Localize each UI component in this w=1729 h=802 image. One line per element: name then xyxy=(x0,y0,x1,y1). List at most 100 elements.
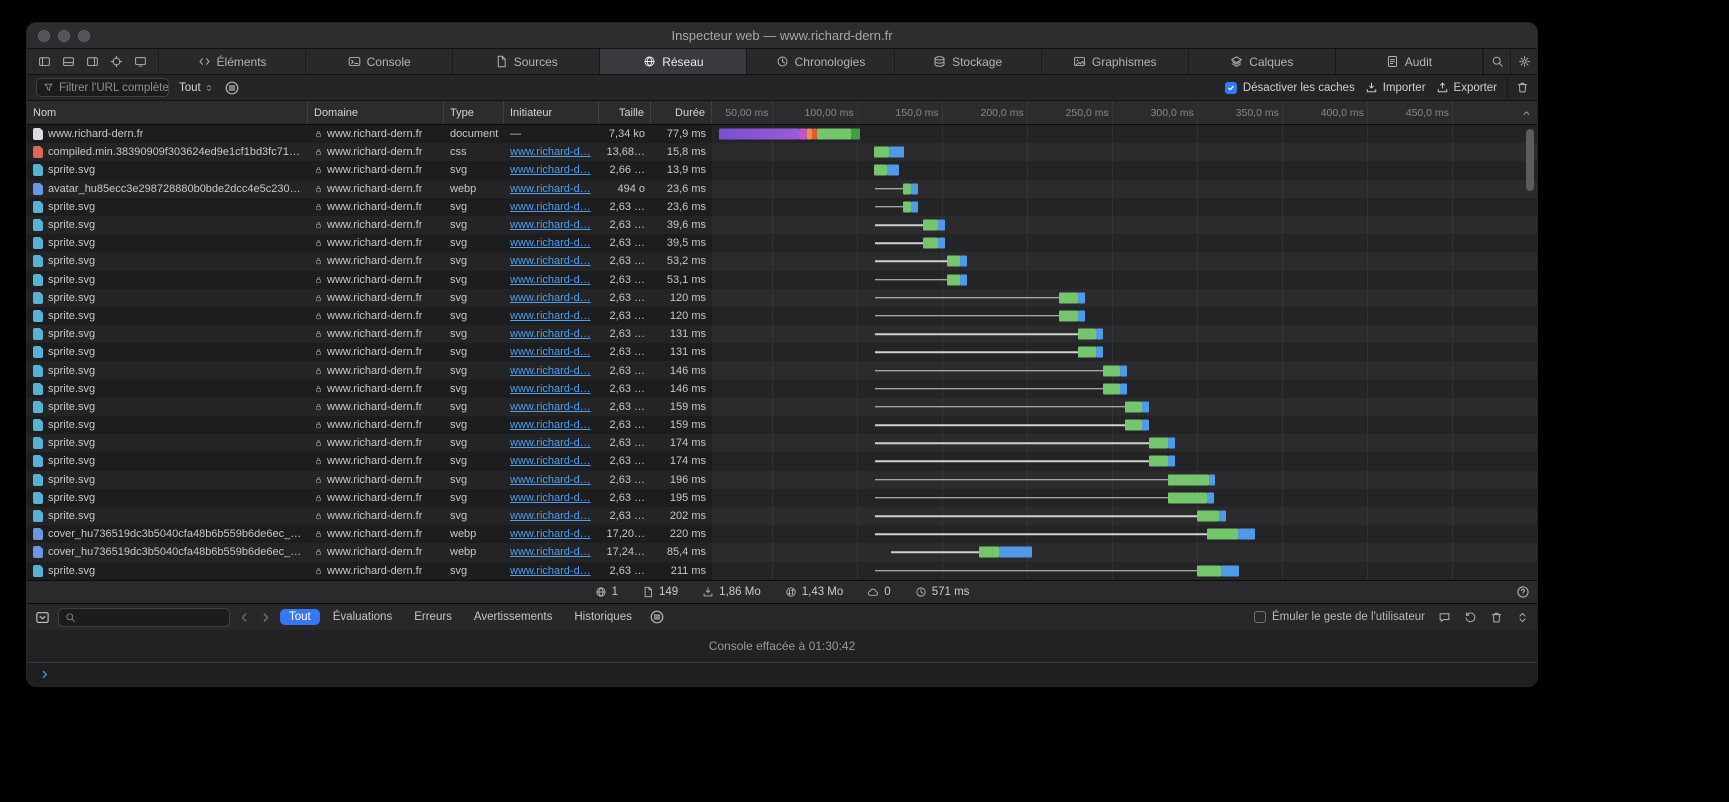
dock-bottom-icon[interactable] xyxy=(62,55,75,68)
disable-caches-checkbox[interactable]: Désactiver les caches xyxy=(1225,82,1355,94)
console-search-input[interactable] xyxy=(58,608,230,627)
initiator-link[interactable]: www.richard-d… xyxy=(510,546,591,558)
console-scope-tout[interactable]: Tout xyxy=(280,609,320,625)
column-header-domain[interactable]: Domaine xyxy=(308,101,444,124)
initiator-link[interactable]: www.richard-d… xyxy=(510,437,591,449)
import-button[interactable]: Importer xyxy=(1365,81,1426,94)
initiator-link[interactable]: www.richard-d… xyxy=(510,292,591,304)
request-row[interactable]: sprite.svgwww.richard-dern.frsvgwww.rich… xyxy=(27,416,1537,434)
request-row[interactable]: www.richard-dern.frwww.richard-dern.frdo… xyxy=(27,125,1537,143)
initiator-link[interactable]: www.richard-d… xyxy=(510,346,591,358)
url-filter-input[interactable]: Filtrer l'URL complète xyxy=(36,78,169,97)
scrollbar[interactable] xyxy=(1526,129,1534,191)
console-scope-erreurs[interactable]: Erreurs xyxy=(405,609,461,625)
filter-options-icon[interactable] xyxy=(224,80,240,96)
request-row[interactable]: sprite.svgwww.richard-dern.frsvgwww.rich… xyxy=(27,325,1537,343)
request-row[interactable]: avatar_hu85ecc3e298728880b0bde2dcc4e5c23… xyxy=(27,180,1537,198)
initiator-link[interactable]: www.richard-d… xyxy=(510,365,591,377)
request-row[interactable]: sprite.svgwww.richard-dern.frsvgwww.rich… xyxy=(27,398,1537,416)
help-icon[interactable] xyxy=(1516,585,1530,599)
request-row[interactable]: sprite.svgwww.richard-dern.frsvgwww.rich… xyxy=(27,361,1537,379)
console-messages-icon[interactable] xyxy=(1438,611,1451,624)
request-row[interactable]: sprite.svgwww.richard-dern.frsvgwww.rich… xyxy=(27,343,1537,361)
initiator-link[interactable]: www.richard-d… xyxy=(510,455,591,467)
initiator-link[interactable]: www.richard-d… xyxy=(510,565,591,577)
tab-elements[interactable]: Éléments xyxy=(159,49,306,74)
history-icon[interactable] xyxy=(1464,611,1477,624)
tab-timelines[interactable]: Chronologies xyxy=(747,49,894,74)
column-header-initiator[interactable]: Initiateur xyxy=(504,101,599,124)
disable-caches-checkbox-box[interactable] xyxy=(1225,82,1237,94)
request-row[interactable]: cover_hu736519dc3b5040cfa48b6b559b6de6ec… xyxy=(27,543,1537,561)
emulate-user-gesture-checkbox[interactable]: Émuler le geste de l'utilisateur xyxy=(1254,611,1425,623)
tab-audit[interactable]: Audit xyxy=(1336,49,1483,74)
dock-right-icon[interactable] xyxy=(86,55,99,68)
initiator-link[interactable]: www.richard-d… xyxy=(510,492,591,504)
request-row[interactable]: sprite.svgwww.richard-dern.frsvgwww.rich… xyxy=(27,198,1537,216)
request-row[interactable]: sprite.svgwww.richard-dern.frsvgwww.rich… xyxy=(27,452,1537,470)
emulate-user-gesture-checkbox-box[interactable] xyxy=(1254,611,1266,623)
request-row[interactable]: cover_hu736519dc3b5040cfa48b6b559b6de6ec… xyxy=(27,525,1537,543)
collapse-console-icon[interactable] xyxy=(1516,611,1529,624)
initiator-link[interactable]: www.richard-d… xyxy=(510,219,591,231)
initiator-link[interactable]: www.richard-d… xyxy=(510,146,591,158)
console-prompt[interactable] xyxy=(27,663,1537,686)
initiator-link[interactable]: www.richard-d… xyxy=(510,474,591,486)
console-scope-historiques[interactable]: Historiques xyxy=(565,609,641,625)
clear-network-icon[interactable] xyxy=(1516,81,1529,94)
request-row[interactable]: sprite.svgwww.richard-dern.frsvgwww.rich… xyxy=(27,216,1537,234)
tab-layers[interactable]: Calques xyxy=(1189,49,1336,74)
next-result-icon[interactable] xyxy=(259,611,272,624)
column-header-type[interactable]: Type xyxy=(444,101,504,124)
initiator-link[interactable]: www.richard-d… xyxy=(510,510,591,522)
column-header-size[interactable]: Taille xyxy=(599,101,651,124)
tab-graphics[interactable]: Graphismes xyxy=(1042,49,1189,74)
search-icon[interactable] xyxy=(1491,55,1504,68)
initiator-link[interactable]: www.richard-d… xyxy=(510,383,591,395)
initiator-link[interactable]: www.richard-d… xyxy=(510,201,591,213)
tab-network[interactable]: Réseau xyxy=(600,49,747,74)
resource-type-select[interactable]: Tout xyxy=(179,82,214,94)
element-picker-icon[interactable] xyxy=(110,55,123,68)
initiator-link[interactable]: www.richard-d… xyxy=(510,310,591,322)
console-scope-avertissements[interactable]: Avertissements xyxy=(465,609,561,625)
initiator-link[interactable]: www.richard-d… xyxy=(510,528,591,540)
request-row[interactable]: sprite.svgwww.richard-dern.frsvgwww.rich… xyxy=(27,234,1537,252)
request-row[interactable]: sprite.svgwww.richard-dern.frsvgwww.rich… xyxy=(27,307,1537,325)
scroll-top-icon[interactable] xyxy=(1521,107,1532,118)
console-scope-évaluations[interactable]: Évaluations xyxy=(324,609,401,625)
request-row[interactable]: sprite.svgwww.richard-dern.frsvgwww.rich… xyxy=(27,507,1537,525)
close-button[interactable] xyxy=(38,30,50,42)
gear-icon[interactable] xyxy=(1518,55,1531,68)
request-row[interactable]: sprite.svgwww.richard-dern.frsvgwww.rich… xyxy=(27,289,1537,307)
request-row[interactable]: sprite.svgwww.richard-dern.frsvgwww.rich… xyxy=(27,562,1537,580)
request-row[interactable]: sprite.svgwww.richard-dern.frsvgwww.rich… xyxy=(27,471,1537,489)
request-row[interactable]: compiled.min.38390909f303624ed9e1cf1bd3f… xyxy=(27,143,1537,161)
initiator-link[interactable]: www.richard-d… xyxy=(510,401,591,413)
request-row[interactable]: sprite.svgwww.richard-dern.frsvgwww.rich… xyxy=(27,434,1537,452)
console-options-icon[interactable] xyxy=(649,609,665,625)
tab-storage[interactable]: Stockage xyxy=(895,49,1042,74)
request-row[interactable]: sprite.svgwww.richard-dern.frsvgwww.rich… xyxy=(27,489,1537,507)
initiator-link[interactable]: www.richard-d… xyxy=(510,183,591,195)
request-row[interactable]: sprite.svgwww.richard-dern.frsvgwww.rich… xyxy=(27,271,1537,289)
minimize-button[interactable] xyxy=(58,30,70,42)
device-icon[interactable] xyxy=(134,55,147,68)
initiator-link[interactable]: www.richard-d… xyxy=(510,164,591,176)
console-panel-icon[interactable] xyxy=(35,610,50,625)
request-row[interactable]: sprite.svgwww.richard-dern.frsvgwww.rich… xyxy=(27,161,1537,179)
request-row[interactable]: sprite.svgwww.richard-dern.frsvgwww.rich… xyxy=(27,380,1537,398)
initiator-link[interactable]: www.richard-d… xyxy=(510,255,591,267)
tab-console[interactable]: Console xyxy=(306,49,453,74)
zoom-button[interactable] xyxy=(78,30,90,42)
column-header-duration[interactable]: Durée xyxy=(651,101,712,124)
tab-sources[interactable]: Sources xyxy=(453,49,600,74)
initiator-link[interactable]: www.richard-d… xyxy=(510,237,591,249)
previous-result-icon[interactable] xyxy=(238,611,251,624)
initiator-link[interactable]: www.richard-d… xyxy=(510,419,591,431)
clear-console-icon[interactable] xyxy=(1490,611,1503,624)
initiator-link[interactable]: www.richard-d… xyxy=(510,328,591,340)
dock-left-icon[interactable] xyxy=(38,55,51,68)
request-row[interactable]: sprite.svgwww.richard-dern.frsvgwww.rich… xyxy=(27,252,1537,270)
export-button[interactable]: Exporter xyxy=(1436,81,1497,94)
